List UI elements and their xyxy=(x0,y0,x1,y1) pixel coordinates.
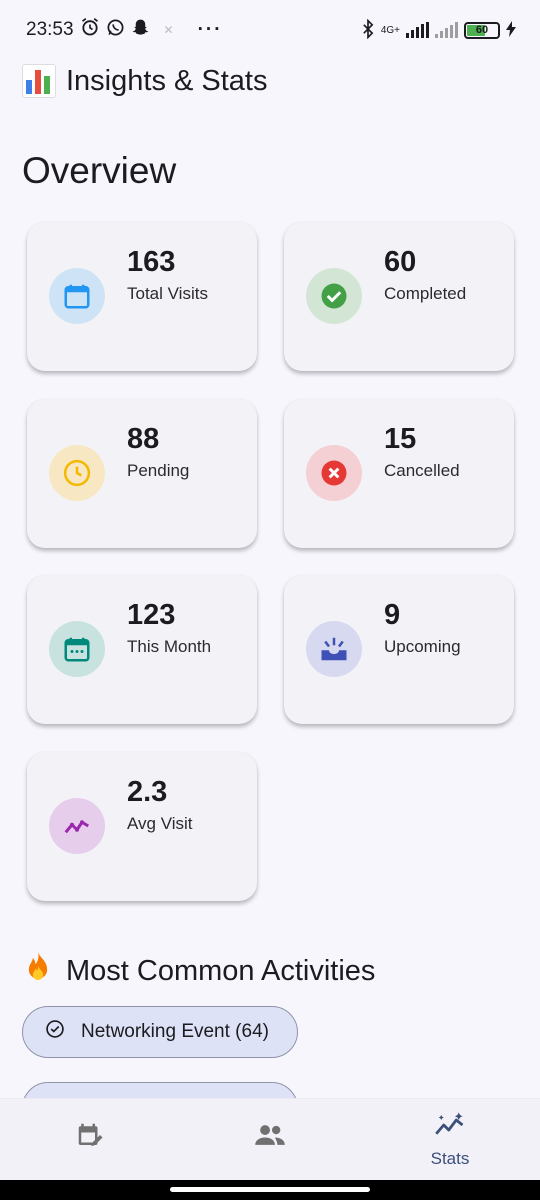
stat-value: 163 xyxy=(127,246,176,278)
stat-value: 15 xyxy=(384,423,417,455)
nav-label-stats: Stats xyxy=(430,1149,470,1168)
close-icon: ✕ xyxy=(163,23,174,37)
whatsapp-icon xyxy=(106,18,125,43)
stat-label: Upcoming xyxy=(384,637,461,656)
stat-value: 60 xyxy=(384,246,417,278)
stat-card-pending[interactable]: 88 Pending xyxy=(27,399,257,548)
clock-icon xyxy=(49,445,105,501)
check-circle-icon xyxy=(306,268,362,324)
stat-card-upcoming[interactable]: 9 Upcoming xyxy=(284,575,514,724)
stat-value: 88 xyxy=(127,423,160,455)
upcoming-icon xyxy=(306,621,362,677)
check-circle-outline-icon xyxy=(45,1019,65,1045)
activities-title: Most Common Activities xyxy=(66,954,376,987)
more-notifications-icon: ··· xyxy=(197,19,223,40)
signal-icon xyxy=(406,22,429,38)
overview-title: Overview xyxy=(22,150,177,191)
fire-icon xyxy=(22,950,54,992)
stat-label: Total Visits xyxy=(127,284,208,303)
nav-item-people[interactable] xyxy=(180,1099,360,1180)
activity-chip[interactable]: Networking Event (64) xyxy=(22,1006,298,1058)
charging-icon xyxy=(506,20,516,40)
bottom-navigation: Stats xyxy=(0,1098,540,1180)
nav-item-stats[interactable]: Stats xyxy=(360,1099,540,1180)
nav-item-visits[interactable] xyxy=(0,1099,180,1180)
cancel-icon xyxy=(306,445,362,501)
auto-graph-icon xyxy=(433,1110,467,1145)
status-bar: 23:53 ✕ ··· 4G+ 60 xyxy=(0,0,540,60)
home-indicator[interactable] xyxy=(170,1187,370,1192)
people-icon xyxy=(254,1120,286,1155)
battery-icon: 60 xyxy=(464,21,500,39)
bar-chart-icon xyxy=(22,64,56,98)
stat-card-total-visits[interactable]: 163 Total Visits xyxy=(27,222,257,371)
stat-label: Cancelled xyxy=(384,461,460,480)
stat-label: Pending xyxy=(127,461,190,480)
bluetooth-icon xyxy=(361,18,375,42)
stat-card-avg-visit[interactable]: 2.3 Avg Visit xyxy=(27,752,257,901)
activity-chip-label: Networking Event (64) xyxy=(81,1021,269,1042)
trending-icon xyxy=(49,798,105,854)
stat-value: 123 xyxy=(127,599,176,631)
alarm-icon xyxy=(80,17,100,43)
network-type: 4G+ xyxy=(380,24,400,36)
calendar-edit-icon xyxy=(75,1120,105,1155)
status-time: 23:53 xyxy=(26,19,74,40)
page-title: Insights & Stats xyxy=(66,64,268,97)
calendar-icon xyxy=(49,268,105,324)
stat-label: Avg Visit xyxy=(127,814,193,833)
stat-card-cancelled[interactable]: 15 Cancelled xyxy=(284,399,514,548)
calendar-month-icon xyxy=(49,621,105,677)
app-header: Insights & Stats xyxy=(22,64,268,98)
stat-value: 9 xyxy=(384,599,401,631)
stat-card-completed[interactable]: 60 Completed xyxy=(284,222,514,371)
battery-level: 60 xyxy=(475,24,489,36)
activities-header: Most Common Activities xyxy=(22,950,375,992)
stat-label: This Month xyxy=(127,637,212,656)
snapchat-icon xyxy=(131,18,150,43)
stat-value: 2.3 xyxy=(127,776,168,808)
stat-card-this-month[interactable]: 123 This Month xyxy=(27,575,257,724)
signal-secondary-icon xyxy=(435,22,458,38)
stat-label: Completed xyxy=(384,284,467,303)
